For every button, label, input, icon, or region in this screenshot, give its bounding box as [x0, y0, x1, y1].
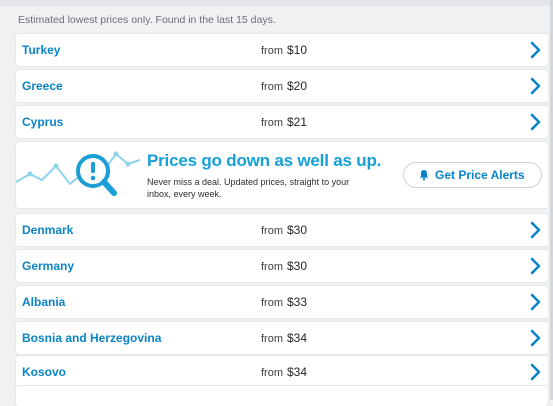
destination-row[interactable]: Bosnia and Herzegovina from $34: [16, 322, 548, 354]
from-label: from: [261, 261, 283, 273]
chevron-right-icon[interactable]: [528, 113, 542, 131]
from-label: from: [261, 117, 283, 129]
from-label: from: [261, 225, 283, 237]
from-label: from: [261, 81, 283, 93]
alert-headline: Prices go down as well as up.: [147, 151, 382, 170]
destination-row[interactable]: Albania from $33: [16, 286, 548, 318]
price-value: $21: [287, 115, 308, 129]
price-label: from $30: [261, 223, 307, 237]
country-name[interactable]: Germany: [22, 259, 74, 273]
country-name[interactable]: Albania: [22, 295, 65, 309]
price-label: from $20: [261, 79, 307, 93]
top-edge: [0, 0, 553, 6]
chevron-right-icon[interactable]: [528, 363, 542, 381]
price-alert-banner: Prices go down as well as up. Never miss…: [16, 142, 548, 208]
from-label: from: [261, 297, 283, 309]
price-value: $20: [287, 79, 308, 93]
price-value: $30: [287, 223, 308, 237]
destination-row[interactable]: Greece from $20: [16, 70, 548, 102]
alert-button-label[interactable]: Get Price Alerts: [435, 168, 525, 182]
price-label: from $34: [261, 365, 307, 379]
price-label: from $30: [261, 259, 307, 273]
bell-icon: [420, 170, 428, 181]
country-name[interactable]: Kosovo: [22, 365, 66, 379]
from-label: from: [261, 367, 283, 379]
destination-row[interactable]: Cyprus from $21: [16, 106, 548, 138]
alert-subtext: Never miss a deal. Updated prices, strai…: [147, 177, 350, 199]
chevron-right-icon[interactable]: [528, 41, 542, 59]
chevron-right-icon[interactable]: [528, 257, 542, 275]
country-name[interactable]: Denmark: [22, 223, 73, 237]
chevron-right-icon[interactable]: [528, 329, 542, 347]
price-label: from $34: [261, 331, 307, 345]
price-label: from $10: [261, 43, 307, 57]
price-value: $33: [287, 295, 308, 309]
country-name[interactable]: Greece: [22, 79, 63, 93]
destination-row[interactable]: Denmark from $30: [16, 214, 548, 246]
chevron-right-icon[interactable]: [528, 77, 542, 95]
magnifier-alert-icon: [16, 151, 141, 196]
get-price-alerts-button[interactable]: Get Price Alerts: [403, 162, 542, 188]
price-disclaimer: Estimated lowest prices only. Found in t…: [18, 14, 276, 26]
price-label: from $21: [261, 115, 307, 129]
destination-row[interactable]: Turkey from $10: [16, 34, 548, 66]
price-value: $34: [287, 365, 308, 379]
destination-row[interactable]: Germany from $30: [16, 250, 548, 282]
price-value: $34: [287, 331, 308, 345]
country-name[interactable]: Turkey: [22, 43, 60, 57]
price-value: $30: [287, 259, 308, 273]
country-name[interactable]: Cyprus: [22, 115, 63, 129]
from-label: from: [261, 45, 283, 57]
from-label: from: [261, 333, 283, 345]
chevron-right-icon[interactable]: [528, 293, 542, 311]
country-name[interactable]: Bosnia and Herzegovina: [22, 331, 161, 345]
destination-row-partial[interactable]: [16, 386, 548, 406]
price-value: $10: [287, 43, 308, 57]
destination-row[interactable]: Kosovo from $34: [16, 356, 548, 388]
chevron-right-icon[interactable]: [528, 221, 542, 239]
price-label: from $33: [261, 295, 307, 309]
